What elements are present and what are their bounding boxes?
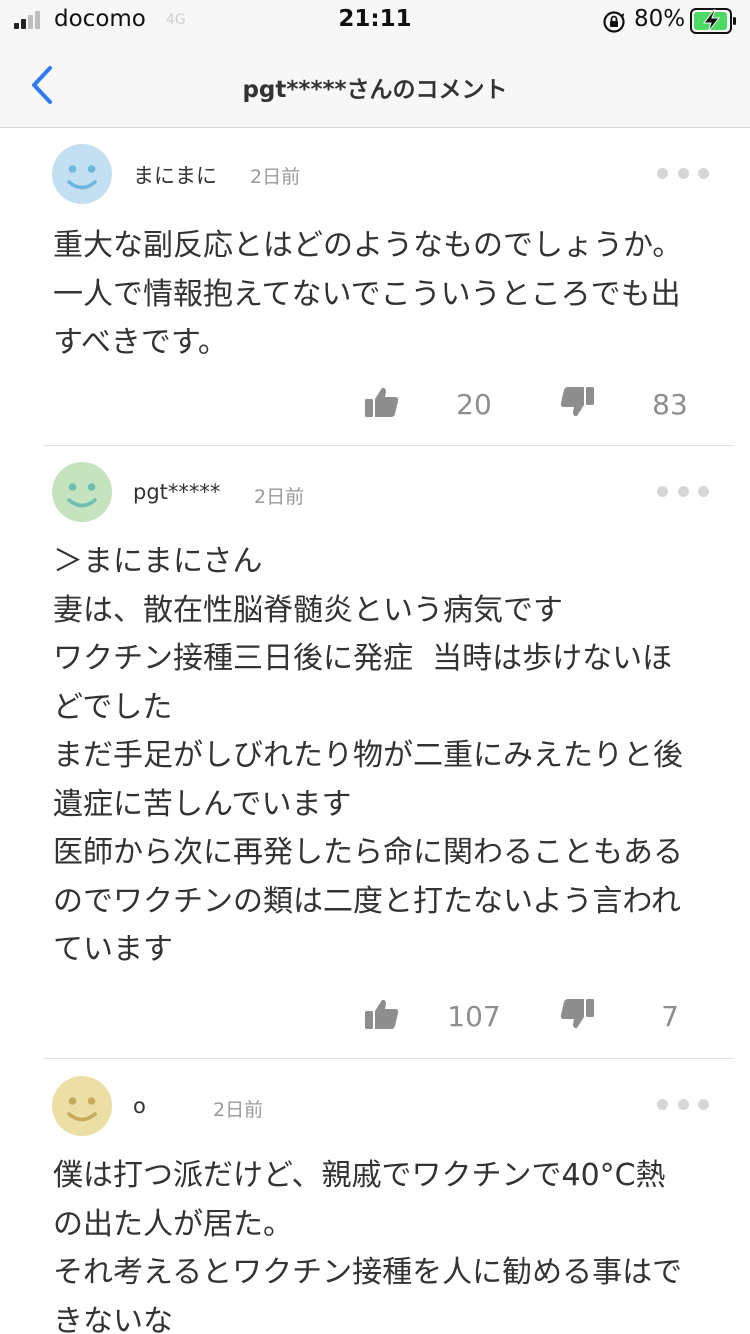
smiley-avatar-icon[interactable] [52, 462, 112, 522]
more-options-button[interactable] [652, 480, 714, 502]
battery-charging-icon [690, 8, 736, 34]
comment-line: 一人で情報抱えてないでこういうところでも出 [53, 276, 681, 312]
rotation-lock-icon [603, 11, 625, 33]
thumbs-down-icon[interactable] [559, 386, 595, 418]
comment-line: の出た人が居た。 [53, 1206, 293, 1242]
comment-line: ています [53, 932, 173, 967]
battery-percentage: 80% [634, 6, 686, 32]
comment-line: すべきです。 [53, 325, 228, 360]
comment-item: pgt***** 2日前 ＞まにまにさん 妻は、散在性脳脊髄炎という病気です ワ… [0, 446, 750, 1059]
status-bar: docomo 4G 21:11 80% [0, 0, 750, 42]
comment-line: のでワクチンの類は二度と打たないよう言われ [53, 883, 681, 919]
comment-body: ＞まにまにさん 妻は、散在性脳脊髄炎という病気です ワクチン接種三日後に発症 当… [53, 538, 733, 975]
comment-time: 2日前 [213, 1099, 264, 1121]
like-count: 20 [456, 388, 492, 421]
comment-line: まだ手足がしびれたり物が二重にみえたりと後 [53, 738, 683, 773]
thumbs-up-icon[interactable] [364, 998, 400, 1030]
comment-author[interactable]: o [133, 1094, 146, 1118]
comment-line: 重大な副反応とはどのようなものでしょうか。 [53, 228, 683, 263]
comment-body: 僕は打つ派だけど、親戚でワクチンで40°C熱 の出た人が居た。 それ考えるとワク… [53, 1152, 733, 1334]
comment-line: ＞まにまにさん [53, 544, 263, 579]
comment-item: まにまに 2日前 重大な副反応とはどのようなものでしょうか。 一人で情報抱えてな… [0, 128, 750, 446]
smiley-avatar-icon[interactable] [52, 144, 112, 204]
comment-line: どでした [53, 689, 173, 725]
comment-line: それ考えるとワクチン接種を人に勧める事はで [53, 1255, 683, 1290]
like-count: 107 [447, 1000, 501, 1033]
comment-line: 僕は打つ派だけど、親戚でワクチンで40°C熱 [53, 1158, 666, 1193]
dislike-count: 83 [652, 388, 688, 421]
comment-time: 2日前 [250, 166, 301, 188]
comment-line: ワクチン接種三日後に発症 当時は歩けないほ [53, 641, 673, 676]
comment-author[interactable]: まにまに [133, 160, 217, 190]
comment-time: 2日前 [254, 486, 305, 508]
more-options-button[interactable] [652, 1093, 714, 1115]
comment-line: 遺症に苦しんでいます [53, 786, 352, 822]
thumbs-up-icon[interactable] [364, 386, 400, 418]
comment-author[interactable]: pgt***** [133, 480, 220, 504]
comment-line: きないな [53, 1303, 173, 1334]
dislike-count: 7 [661, 1000, 679, 1033]
more-options-button[interactable] [652, 162, 714, 184]
page-title: pgt*****さんのコメント [242, 77, 508, 103]
smiley-avatar-icon[interactable] [52, 1076, 112, 1136]
navigation-bar: pgt*****さんのコメント [0, 42, 750, 128]
comment-line: 妻は、散在性脳脊髄炎という病気です [53, 592, 563, 628]
comment-body: 重大な副反応とはどのようなものでしょうか。 一人で情報抱えてないでこういうところ… [53, 222, 733, 368]
comment-line: 医師から次に再発したら命に関わることもある [53, 835, 683, 870]
thumbs-down-icon[interactable] [559, 998, 595, 1030]
comment-item: o 2日前 僕は打つ派だけど、親戚でワクチンで40°C熱 の出た人が居た。 それ… [0, 1059, 750, 1334]
